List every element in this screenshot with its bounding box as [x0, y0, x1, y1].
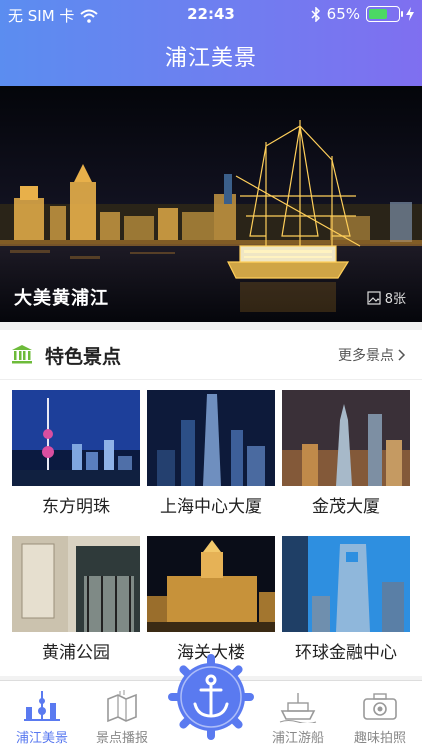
spot-image — [282, 390, 410, 486]
spot-image — [147, 390, 275, 486]
status-bar: 无 SIM 卡 22:43 65% — [0, 0, 422, 28]
bluetooth-icon — [311, 6, 320, 22]
chevron-right-icon — [398, 349, 406, 361]
tab-label: 景点播报 — [95, 731, 148, 746]
spot-label: 东方明珠 — [42, 497, 110, 517]
spot-image — [12, 390, 140, 486]
tab-label: 趣味拍照 — [353, 731, 406, 746]
hero-banner[interactable]: 大美黄浦江 8张 — [0, 86, 422, 322]
spot-card[interactable]: 上海中心大厦 — [147, 390, 275, 525]
battery-percent: 65% — [326, 5, 360, 23]
page-title: 浦江美景 — [164, 46, 257, 71]
tab-label: 浦江游船 — [271, 731, 324, 746]
photo-count-text: 8张 — [384, 292, 406, 307]
museum-icon — [12, 345, 32, 364]
section-title: 特色景点 — [45, 346, 122, 368]
photo-count: 8张 — [367, 288, 406, 307]
battery-icon — [366, 6, 403, 22]
ship-icon — [279, 693, 317, 723]
spot-card[interactable]: 金茂大厦 — [282, 390, 410, 525]
tab-river-scenery[interactable]: 浦江美景 — [0, 681, 84, 750]
image-icon — [367, 290, 381, 305]
spot-card[interactable]: 海关大楼 — [147, 536, 275, 671]
spot-card[interactable]: 黄浦公园 — [12, 536, 140, 671]
tab-fun-photo[interactable]: 趣味拍照 — [338, 681, 422, 750]
spot-label: 环球金融中心 — [295, 643, 397, 663]
more-spots-link[interactable]: 更多景点 — [338, 345, 406, 365]
spot-card[interactable]: 东方明珠 — [12, 390, 140, 525]
charging-icon — [406, 7, 414, 21]
spot-image — [282, 536, 410, 632]
tower-icon — [24, 691, 60, 721]
spot-card[interactable]: 环球金融中心 — [282, 536, 410, 671]
map-icon — [107, 690, 137, 723]
spot-image — [12, 536, 140, 632]
anchor-icon[interactable] — [168, 654, 254, 740]
top-bar: 无 SIM 卡 22:43 65% 浦江美景 — [0, 0, 422, 86]
camera-icon — [363, 693, 397, 720]
spot-label: 上海中心大厦 — [160, 497, 262, 517]
tab-spot-broadcast[interactable]: 景点播报 — [80, 681, 164, 750]
status-right: 65% — [311, 5, 414, 23]
spot-label: 黄浦公园 — [42, 643, 110, 663]
spot-label: 金茂大厦 — [312, 497, 380, 517]
more-spots-label: 更多景点 — [338, 348, 394, 364]
tab-label: 浦江美景 — [15, 731, 68, 746]
featured-section: 特色景点 更多景点 东方明珠 上海中心大厦 金茂大厦 黄浦公园 海关大楼 环球金… — [0, 330, 422, 676]
tab-river-cruise[interactable]: 浦江游船 — [256, 681, 340, 750]
spot-image — [147, 536, 275, 632]
section-header: 特色景点 更多景点 — [0, 330, 422, 380]
hero-caption: 大美黄浦江 — [14, 288, 109, 309]
